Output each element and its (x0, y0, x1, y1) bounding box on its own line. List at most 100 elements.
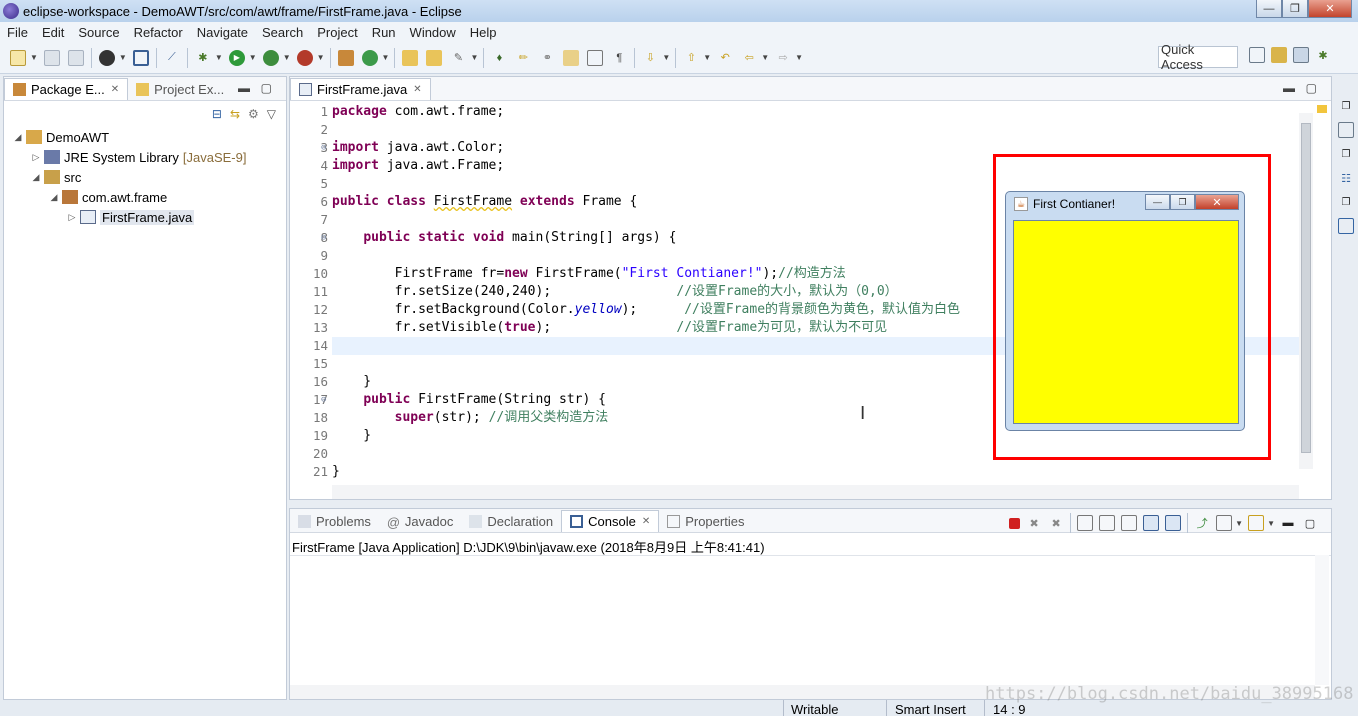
tab-declaration[interactable]: Declaration (461, 510, 561, 532)
tab-properties[interactable]: Properties (659, 510, 752, 532)
menu-edit[interactable]: Edit (35, 25, 71, 40)
word-wrap-icon[interactable] (1121, 515, 1138, 531)
open-console-dropdown-icon[interactable]: ▼ (1267, 519, 1275, 528)
debug-perspective-icon[interactable]: ✱ (1315, 47, 1331, 63)
open-type-icon[interactable] (402, 49, 419, 66)
link-with-editor-icon[interactable]: ⇆ (230, 107, 240, 121)
next-annotation-icon[interactable]: ⇩ (642, 50, 658, 66)
menu-navigate[interactable]: Navigate (190, 25, 255, 40)
back-dropdown-icon[interactable]: ▼ (761, 53, 769, 62)
expand-arrow-icon[interactable]: ◢ (30, 172, 42, 183)
java-ee-perspective-icon[interactable] (1271, 47, 1287, 63)
save-icon[interactable] (43, 49, 60, 66)
awt-minimize-button[interactable]: — (1145, 194, 1170, 210)
external-tools-icon[interactable] (296, 49, 313, 66)
save-all-icon[interactable] (67, 49, 84, 66)
remove-launch-icon[interactable]: ✖ (1026, 515, 1042, 531)
open-console-icon[interactable] (1248, 515, 1265, 531)
collapse-arrow-icon[interactable]: ▷ (66, 212, 78, 223)
scroll-lock-icon[interactable] (1099, 515, 1116, 531)
fold-toggle-icon[interactable]: ⊖ (321, 229, 326, 247)
outline-icon[interactable]: ☷ (1338, 170, 1354, 186)
close-icon[interactable]: ✕ (413, 84, 421, 95)
next-annotation-dropdown-icon[interactable]: ▼ (662, 53, 670, 62)
annotation-icon[interactable]: ♦ (491, 50, 507, 66)
expand-arrow-icon[interactable]: ◢ (48, 192, 60, 203)
minimize-view-icon[interactable]: ▬ (1280, 515, 1296, 531)
highlight-icon[interactable]: ✏ (515, 50, 531, 66)
new-dropdown-icon[interactable]: ▼ (30, 53, 38, 62)
console-view-icon[interactable] (132, 49, 149, 66)
tab-console[interactable]: Console ✕ (561, 510, 660, 532)
whitespace-icon[interactable]: ¶ (611, 50, 627, 66)
awt-maximize-button[interactable]: ❐ (1170, 194, 1195, 210)
editor-vertical-scrollbar[interactable] (1299, 113, 1313, 469)
java-perspective-icon[interactable] (1293, 47, 1309, 63)
tree-item-firstframe-java[interactable]: ▷ FirstFrame.java (4, 207, 286, 227)
show-stderr-icon[interactable] (1165, 515, 1182, 531)
run-dropdown-icon[interactable]: ▼ (249, 53, 257, 62)
maximize-view-icon[interactable]: ▢ (1306, 81, 1317, 95)
maximize-button[interactable]: ❐ (1282, 0, 1308, 18)
skip-breakpoints-icon[interactable]: ⟋ (164, 50, 180, 66)
restore-icon[interactable]: ❐ (1338, 98, 1354, 114)
menu-window[interactable]: Window (403, 25, 463, 40)
menu-run[interactable]: Run (365, 25, 403, 40)
tab-package-explorer[interactable]: Package E... ✕ (4, 78, 129, 100)
forward-dropdown-icon[interactable]: ▼ (795, 53, 803, 62)
block-selection-icon[interactable] (587, 49, 604, 66)
show-stdout-icon[interactable] (1143, 515, 1160, 531)
external-tools-dropdown-icon[interactable]: ▼ (317, 53, 325, 62)
menu-help[interactable]: Help (463, 25, 504, 40)
debug-dropdown-icon[interactable]: ▼ (215, 53, 223, 62)
pin-console-icon[interactable]: ⤴ (1194, 515, 1210, 531)
quick-access-field[interactable]: Quick Access (1158, 42, 1238, 72)
console-output[interactable] (290, 555, 1331, 685)
console-vertical-scrollbar[interactable] (1315, 555, 1329, 685)
coverage-icon[interactable] (262, 49, 279, 66)
tree-item-src[interactable]: ◢ src (4, 167, 286, 187)
debug-icon[interactable]: ✱ (195, 50, 211, 66)
fold-toggle-icon[interactable]: ⊖ (321, 391, 326, 409)
tab-problems[interactable]: Problems (290, 510, 379, 532)
editor-horizontal-scrollbar[interactable] (332, 485, 1299, 499)
tree-item-demoawt[interactable]: ◢ DemoAWT (4, 127, 286, 147)
task-list-icon[interactable] (1338, 122, 1354, 138)
new-icon[interactable] (10, 49, 26, 66)
terminate-icon[interactable] (1009, 517, 1021, 529)
collapse-arrow-icon[interactable]: ▷ (30, 152, 42, 163)
scroll-thumb[interactable] (1301, 123, 1311, 453)
filter-icon[interactable]: ⚙ (248, 107, 259, 121)
view-menu-icon[interactable]: ▽ (267, 107, 276, 121)
maximize-view-icon[interactable]: ▢ (261, 81, 272, 95)
prev-annotation-icon[interactable]: ⇧ (683, 50, 699, 66)
minimize-view-icon[interactable]: ▬ (1283, 81, 1295, 95)
run-icon[interactable]: ▶ (228, 49, 245, 66)
view-icon[interactable] (1338, 218, 1354, 234)
display-console-dropdown-icon[interactable]: ▼ (1235, 519, 1243, 528)
tab-project-explorer[interactable]: Project Ex... (128, 78, 232, 100)
new-java-class-icon[interactable] (361, 49, 378, 66)
menu-search[interactable]: Search (255, 25, 310, 40)
awt-close-button[interactable]: ✕ (1195, 194, 1239, 210)
restore-icon[interactable]: ❐ (1338, 146, 1354, 162)
close-icon[interactable]: ✕ (111, 84, 119, 95)
profile-icon[interactable] (98, 49, 115, 66)
back-icon[interactable]: ⇦ (741, 50, 757, 66)
display-console-icon[interactable] (1216, 515, 1233, 531)
new-java-package-icon[interactable] (337, 49, 354, 66)
tree-item-jre-library[interactable]: ▷ JRE System Library [JavaSE-9] (4, 147, 286, 167)
minimize-button[interactable]: — (1256, 0, 1282, 18)
open-task-icon[interactable] (426, 49, 443, 66)
toggle-mark-icon[interactable] (563, 49, 580, 66)
menu-project[interactable]: Project (310, 25, 364, 40)
fold-toggle-icon[interactable]: ⊖ (321, 139, 326, 157)
awt-frame-window[interactable]: ☕ First Contianer! — ❐ ✕ (1005, 191, 1245, 431)
search-dropdown-icon[interactable]: ▼ (470, 53, 478, 62)
last-edit-icon[interactable]: ↶ (717, 50, 733, 66)
new-class-dropdown-icon[interactable]: ▼ (382, 53, 390, 62)
close-button[interactable]: ✕ (1308, 0, 1352, 18)
coverage-dropdown-icon[interactable]: ▼ (283, 53, 291, 62)
search-icon[interactable]: ✎ (450, 50, 466, 66)
clear-console-icon[interactable] (1077, 515, 1094, 531)
